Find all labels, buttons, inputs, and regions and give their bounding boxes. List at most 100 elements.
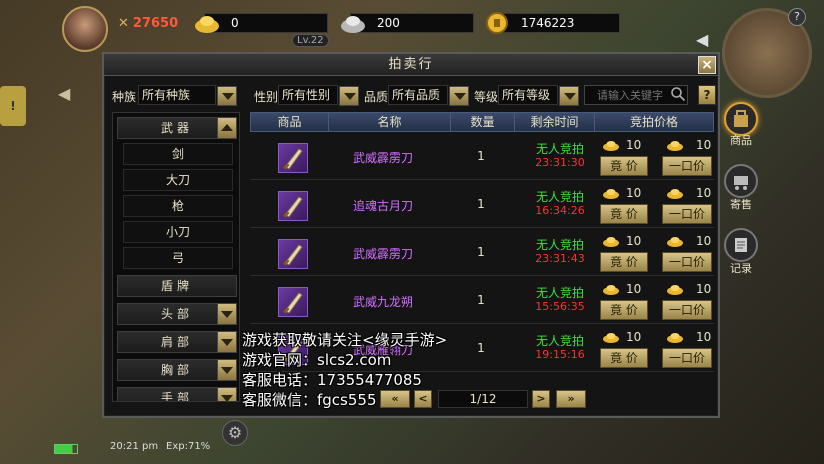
item-qty: 1 [477, 245, 485, 259]
weapon-icon[interactable] [278, 239, 308, 269]
gender-filter-label: 性别 [254, 90, 279, 104]
category-label: 大刀 [165, 173, 190, 187]
buyout-price: 10 [696, 186, 712, 200]
category-item[interactable]: 盾牌 [117, 275, 237, 297]
next-page-button[interactable]: > [532, 390, 550, 408]
bid-button[interactable]: 竟 价 [600, 204, 648, 224]
tab-consign-label: 寄售 [730, 198, 752, 211]
table-row[interactable]: 追魂古月刀 1 无人竞拍 16:34:26 10 10 竟 价一口价 [250, 182, 714, 228]
bid-status: 无人竞拍 [535, 238, 584, 252]
category-item[interactable]: 小刀 [123, 221, 233, 243]
scroll-icon [735, 238, 747, 252]
chevron-down-icon[interactable] [217, 303, 237, 325]
last-page-button[interactable]: » [556, 390, 586, 408]
back-arrow-icon[interactable]: ◀ [696, 30, 708, 49]
buyout-price: 10 [696, 330, 712, 344]
item-qty: 1 [477, 197, 485, 211]
silver-ingot-counter: 200 [341, 13, 474, 33]
level-filter-select[interactable]: 所有等级 [498, 85, 579, 106]
category-list: 武器剑大刀枪小刀弓盾牌头部肩部胸部手部 [112, 112, 240, 402]
item-name: 武威霹雳刀 [352, 247, 413, 261]
item-name: 追魂古月刀 [352, 199, 413, 213]
weapon-icon[interactable] [278, 191, 308, 221]
bid-status: 无人竞拍 [535, 190, 584, 204]
category-item[interactable]: 头部 [117, 303, 237, 325]
level-filter-value: 所有等级 [502, 88, 551, 102]
chevron-down-icon[interactable] [217, 359, 237, 381]
chevron-up-icon[interactable] [217, 117, 237, 139]
gold-ingot-icon [602, 235, 620, 247]
race-filter-value: 所有种族 [142, 88, 191, 102]
category-item[interactable]: 枪 [123, 195, 233, 217]
help-icon[interactable]: ? [788, 8, 806, 26]
collapse-arrow-icon[interactable]: ◀ [58, 84, 70, 103]
gold-ingot-value: 0 [231, 16, 239, 30]
gear-icon[interactable]: ⚙ [222, 420, 248, 446]
bid-button[interactable]: 竟 价 [600, 252, 648, 272]
table-row[interactable]: 武威霹雳刀 1 无人竞拍 23:31:30 10 10 竟 价一口价 [250, 134, 714, 180]
chevron-down-icon[interactable] [559, 86, 579, 106]
panel-title: 拍卖行 [104, 54, 718, 76]
item-qty: 1 [477, 293, 485, 307]
category-item[interactable]: 剑 [123, 143, 233, 165]
bid-button[interactable]: 竟 价 [600, 300, 648, 320]
buyout-button[interactable]: 一口价 [662, 204, 712, 224]
bid-button[interactable]: 竟 价 [600, 348, 648, 368]
time-remaining: 19:15:16 [535, 348, 585, 361]
promo-line: 客服电话：17355477085 [242, 371, 422, 389]
page-indicator: 1/12 [438, 390, 528, 408]
category-label: 肩部 [160, 335, 193, 349]
gender-filter-select[interactable]: 所有性别 [278, 85, 359, 106]
buyout-button[interactable]: 一口价 [662, 300, 712, 320]
tab-goods[interactable] [724, 102, 758, 136]
tab-records-label: 记录 [730, 262, 752, 275]
bid-button[interactable]: 竟 价 [600, 156, 648, 176]
chevron-down-icon[interactable] [217, 331, 237, 353]
category-label: 弓 [171, 251, 184, 265]
close-button[interactable]: × [698, 56, 716, 74]
buyout-price: 10 [696, 282, 712, 296]
chevron-down-icon[interactable] [339, 86, 359, 106]
category-item[interactable]: 手部 [117, 387, 237, 401]
item-qty: 1 [477, 149, 485, 163]
item-qty: 1 [477, 341, 485, 355]
help-button[interactable]: ? [698, 85, 716, 105]
buyout-price: 10 [696, 138, 712, 152]
table-row[interactable]: 武威九龙朔 1 无人竞拍 15:56:35 10 10 竟 价一口价 [250, 278, 714, 324]
quality-filter-select[interactable]: 所有品质 [388, 85, 469, 106]
clock: 20:21 pm [110, 441, 159, 452]
category-item[interactable]: 弓 [123, 247, 233, 269]
chevron-down-icon[interactable] [217, 86, 237, 106]
gender-filter-value: 所有性别 [282, 88, 331, 102]
gold-coin-icon [486, 12, 508, 34]
player-avatar[interactable] [62, 6, 108, 52]
gold-ingot-icon [602, 187, 620, 199]
level-badge: Lv.22 [292, 34, 329, 47]
category-label: 剑 [171, 147, 184, 161]
gold-ingot-icon [602, 283, 620, 295]
buyout-button[interactable]: 一口价 [662, 348, 712, 368]
buyout-button[interactable]: 一口价 [662, 252, 712, 272]
category-label: 胸部 [160, 363, 193, 377]
quality-filter-value: 所有品质 [392, 88, 441, 102]
cart-icon [734, 176, 748, 190]
search-icon[interactable] [670, 86, 686, 102]
category-item[interactable]: 胸部 [117, 359, 237, 381]
chevron-down-icon[interactable] [217, 387, 237, 401]
table-row[interactable]: 武威霹雳刀 1 无人竞拍 23:31:43 10 10 竟 价一口价 [250, 230, 714, 276]
race-filter-select[interactable]: 所有种族 [138, 85, 237, 106]
category-item[interactable]: 武器 [117, 117, 237, 139]
item-name: 武威九龙朔 [352, 295, 413, 309]
tab-goods-label: 商品 [730, 134, 752, 147]
tab-consign[interactable] [724, 164, 758, 198]
side-quest-icon[interactable]: ! [0, 86, 26, 126]
category-item[interactable]: 肩部 [117, 331, 237, 353]
weapon-icon[interactable] [278, 143, 308, 173]
bid-status: 无人竞拍 [535, 142, 584, 156]
bid-price: 10 [626, 234, 642, 248]
chevron-down-icon[interactable] [449, 86, 469, 106]
category-item[interactable]: 大刀 [123, 169, 233, 191]
weapon-icon[interactable] [278, 287, 308, 317]
tab-records[interactable] [724, 228, 758, 262]
buyout-button[interactable]: 一口价 [662, 156, 712, 176]
